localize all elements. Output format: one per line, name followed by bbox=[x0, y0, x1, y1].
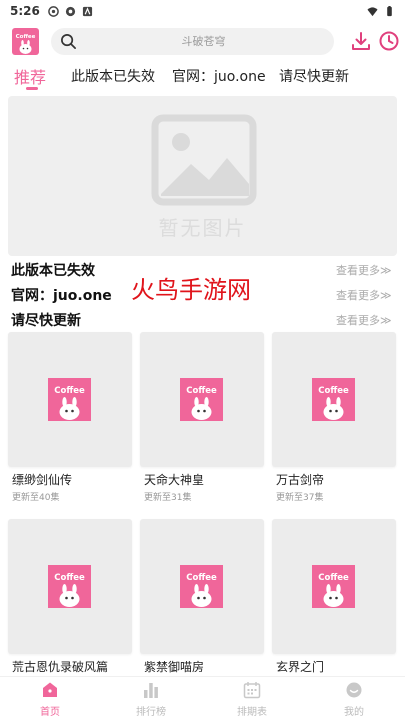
card-title: 荒古恩仇录破风篇 bbox=[12, 660, 109, 674]
tab-update-soon[interactable]: 请尽快更新 bbox=[279, 66, 349, 86]
home-icon bbox=[43, 682, 57, 697]
nav-label: 首页 bbox=[40, 707, 60, 718]
search-bar[interactable] bbox=[51, 28, 334, 55]
status-time: 5:26 bbox=[10, 4, 40, 18]
video-card[interactable]: Coffee 玄界之门 bbox=[272, 519, 396, 675]
card-cover: Coffee bbox=[272, 519, 396, 654]
banner-carousel[interactable]: 暂无图片 bbox=[8, 96, 397, 256]
svg-text:Coffee: Coffee bbox=[186, 573, 217, 583]
card-title: 玄界之门 bbox=[276, 660, 325, 674]
app-status-icon bbox=[82, 6, 92, 16]
video-card[interactable]: Coffee 万古剑帝 更新至37集 bbox=[272, 332, 396, 503]
card-episode-status: 更新至40集 bbox=[12, 493, 60, 503]
nav-schedule[interactable]: 排期表 bbox=[222, 681, 282, 718]
svg-text:Coffee: Coffee bbox=[16, 34, 36, 40]
coffee-logo-icon: Coffee bbox=[312, 378, 355, 421]
wifi-icon bbox=[367, 6, 378, 16]
tab-recommend[interactable]: 推荐 bbox=[14, 64, 46, 88]
video-card[interactable]: Coffee 紫禁御喵房 bbox=[140, 519, 264, 675]
coffee-logo-icon: Coffee bbox=[312, 565, 355, 608]
watermark-text: 火鸟手游网 bbox=[131, 276, 251, 304]
coffee-logo-icon: Coffee bbox=[12, 28, 39, 55]
no-image-placeholder-icon bbox=[151, 114, 257, 206]
svg-text:Coffee: Coffee bbox=[186, 386, 217, 396]
card-title: 缥缈剑仙传 bbox=[12, 473, 73, 487]
section-title: 此版本已失效 bbox=[11, 263, 95, 279]
card-cover: Coffee bbox=[272, 332, 396, 467]
section-title: 官网：juo.one bbox=[11, 288, 112, 304]
top-header: Coffee bbox=[0, 26, 405, 58]
svg-text:Coffee: Coffee bbox=[54, 386, 85, 396]
search-input[interactable] bbox=[81, 28, 326, 55]
category-tabs: 推荐 此版本已失效 官网：juo.one 请尽快更新 bbox=[0, 62, 405, 92]
search-icon bbox=[61, 34, 76, 49]
app-logo[interactable]: Coffee bbox=[12, 28, 39, 55]
no-image-text: 暂无图片 bbox=[158, 216, 247, 240]
tab-official-site[interactable]: 官网：juo.one bbox=[172, 66, 266, 86]
card-title: 天命大神皇 bbox=[144, 473, 205, 487]
video-card[interactable]: Coffee 缥缈剑仙传 更新至40集 bbox=[8, 332, 132, 503]
profile-icon bbox=[346, 682, 362, 698]
card-cover: Coffee bbox=[8, 519, 132, 654]
video-card[interactable]: Coffee 天命大神皇 更新至31集 bbox=[140, 332, 264, 503]
calendar-icon bbox=[243, 682, 261, 699]
nav-home[interactable]: 首页 bbox=[20, 681, 80, 718]
coffee-logo-icon: Coffee bbox=[48, 565, 91, 608]
card-episode-status: 更新至37集 bbox=[276, 493, 324, 503]
history-clock-icon[interactable] bbox=[378, 30, 400, 52]
card-title: 紫禁御喵房 bbox=[144, 660, 205, 674]
coffee-logo-icon: Coffee bbox=[180, 378, 223, 421]
section-row: 请尽快更新 查看更多≫ bbox=[0, 308, 405, 332]
view-more-link[interactable]: 查看更多≫ bbox=[336, 312, 392, 328]
settings-status-icon bbox=[48, 5, 59, 17]
nav-ranking[interactable]: 排行榜 bbox=[121, 681, 181, 718]
status-bar: 5:26 bbox=[0, 0, 405, 22]
view-more-link[interactable]: 查看更多≫ bbox=[336, 262, 392, 278]
bottom-navigation: 首页 排行榜 排期表 我的 bbox=[0, 676, 405, 720]
video-card[interactable]: Coffee 荒古恩仇录破风篇 bbox=[8, 519, 132, 675]
sync-status-icon bbox=[65, 6, 75, 16]
nav-label: 排行榜 bbox=[136, 707, 166, 718]
svg-text:Coffee: Coffee bbox=[318, 386, 349, 396]
nav-profile[interactable]: 我的 bbox=[324, 681, 384, 718]
coffee-logo-icon: Coffee bbox=[180, 565, 223, 608]
download-icon[interactable] bbox=[350, 30, 372, 52]
card-episode-status: 更新至31集 bbox=[144, 493, 192, 503]
svg-text:Coffee: Coffee bbox=[54, 573, 85, 583]
card-title: 万古剑帝 bbox=[276, 473, 325, 487]
active-tab-indicator bbox=[26, 87, 38, 90]
tab-version-invalid[interactable]: 此版本已失效 bbox=[71, 66, 155, 86]
view-more-link[interactable]: 查看更多≫ bbox=[336, 287, 392, 303]
coffee-logo-icon: Coffee bbox=[48, 378, 91, 421]
card-cover: Coffee bbox=[140, 332, 264, 467]
nav-label: 我的 bbox=[344, 707, 364, 718]
section-title: 请尽快更新 bbox=[11, 313, 81, 329]
ranking-icon bbox=[144, 683, 158, 698]
card-cover: Coffee bbox=[8, 332, 132, 467]
card-cover: Coffee bbox=[140, 519, 264, 654]
svg-text:Coffee: Coffee bbox=[318, 573, 349, 583]
battery-icon bbox=[387, 5, 392, 16]
nav-label: 排期表 bbox=[237, 707, 267, 718]
